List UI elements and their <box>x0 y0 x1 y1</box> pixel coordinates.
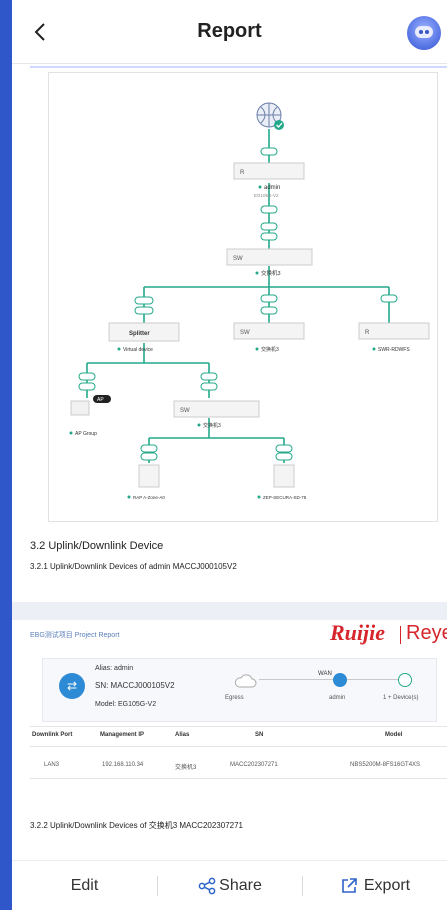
wan-label: WAN <box>318 671 332 677</box>
table-cell: LAN3 <box>44 762 60 768</box>
edit-button[interactable]: Edit <box>12 861 157 910</box>
export-icon <box>342 878 357 893</box>
svg-text:R: R <box>240 170 245 176</box>
export-label: Export <box>363 877 411 894</box>
report-page-header: EBG测试项目 Project Report Ruijie Reyee <box>30 620 447 648</box>
svg-text:SW: SW <box>180 408 190 414</box>
router-icon: ⇄ <box>59 673 85 699</box>
bottom-action-bar: Edit Share Export <box>12 860 447 910</box>
svg-text:AP: AP <box>97 397 104 403</box>
divider <box>30 66 447 68</box>
device-sn: SN: MACCJ000105V2 <box>95 681 175 690</box>
table-header: SN <box>255 732 264 738</box>
svg-text:Virtual device: Virtual device <box>123 347 153 353</box>
subsection-heading: 3.2.1 Uplink/Downlink Devices of admin M… <box>30 562 237 571</box>
svg-text:AP Group: AP Group <box>75 431 97 437</box>
table-header: Model <box>385 732 403 738</box>
svg-text:R: R <box>365 330 370 336</box>
report-screen: Report R admin EG105G-V2 SW 交换机3 Splitte… <box>12 0 447 910</box>
device-model: Model: EG105G-V2 <box>95 701 157 708</box>
globe-icon <box>256 102 284 130</box>
access-point-device <box>273 464 295 488</box>
svg-text:交换机3: 交换机3 <box>203 422 221 429</box>
svg-text:交换机3: 交换机3 <box>261 269 281 277</box>
avatar[interactable] <box>407 16 441 50</box>
project-name: EBG测试项目 Project Report <box>30 632 120 639</box>
share-button[interactable]: Share <box>158 861 302 910</box>
topology-diagram: R admin EG105G-V2 SW 交换机3 Splitter Virtu… <box>48 72 438 522</box>
ap-device <box>70 400 90 416</box>
admin-label: admin <box>329 695 346 701</box>
device-summary: ⇄ Alias: admin SN: MACCJ000105V2 Model: … <box>42 658 437 722</box>
access-point-device <box>138 464 160 488</box>
page-title: Report <box>197 20 262 42</box>
brand-logo: Ruijie <box>330 620 386 645</box>
svg-text:SWR-RDWFS: SWR-RDWFS <box>378 347 410 353</box>
svg-text:Splitter: Splitter <box>129 331 150 337</box>
header: Report <box>12 0 447 64</box>
report-page-2: EBG测试项目 Project Report Ruijie Reyee ⇄ Al… <box>30 620 447 860</box>
svg-text:ZEP-SECURA-SD-78: ZEP-SECURA-SD-78 <box>263 495 307 500</box>
robot-face-icon <box>415 26 433 38</box>
device-count-label: 1 + Device(s) <box>383 695 419 701</box>
table-cell: 交换机3 <box>175 765 197 771</box>
robot-eye-icon <box>419 30 423 34</box>
svg-text:EG105G-V2: EG105G-V2 <box>254 193 279 198</box>
share-label: Share <box>219 877 262 894</box>
share-icon <box>198 877 216 895</box>
svg-text:交换机3: 交换机3 <box>261 346 279 353</box>
svg-text:SW: SW <box>240 330 250 336</box>
table-cell: 192.168.110.34 <box>102 762 144 768</box>
report-page-1: R admin EG105G-V2 SW 交换机3 Splitter Virtu… <box>30 72 447 602</box>
topology-svg: R admin EG105G-V2 SW 交换机3 Splitter Virtu… <box>69 102 430 500</box>
svg-text:SW: SW <box>233 256 243 262</box>
brand-logo-secondary: Reyee <box>406 622 447 644</box>
gateway-device <box>233 162 305 180</box>
brand-divider <box>400 626 401 644</box>
device-alias: Alias: admin <box>95 665 134 672</box>
edit-label: Edit <box>70 877 99 894</box>
robot-eye-icon <box>425 30 429 34</box>
page-separator <box>12 602 447 620</box>
table-cell: MACC202307271 <box>230 762 278 768</box>
router-device <box>358 322 430 340</box>
cloud-icon <box>234 674 257 688</box>
table-header: Management IP <box>100 732 145 738</box>
root-label: admin <box>264 185 280 191</box>
router-icon <box>333 673 347 687</box>
table-header: Downlink Port <box>32 732 73 738</box>
export-button[interactable]: Export <box>303 861 447 910</box>
table-header: Alias <box>175 732 190 738</box>
egress-label: Egress <box>225 695 244 701</box>
table-cell: NBS5200M-8FS16GT4XS <box>350 762 421 768</box>
svg-text:RAP A-Zone-A0: RAP A-Zone-A0 <box>133 495 165 500</box>
section-heading: 3.2 Uplink/Downlink Device <box>30 540 164 552</box>
subsection-heading: 3.2.2 Uplink/Downlink Devices of 交换机3 MA… <box>30 821 243 830</box>
device-icon <box>398 673 412 687</box>
